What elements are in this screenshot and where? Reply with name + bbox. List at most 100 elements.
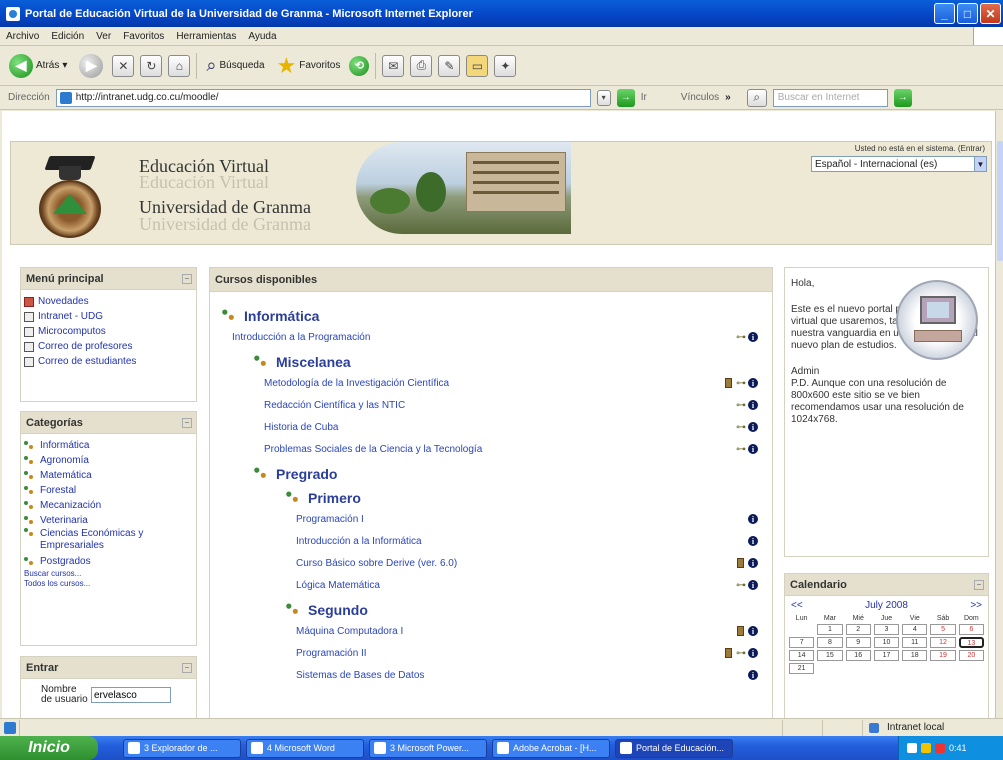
home-icon[interactable]: ⌂ [168, 54, 191, 77]
search-go-button[interactable]: → [893, 88, 912, 107]
stop-icon[interactable]: ✕ [112, 54, 135, 77]
info-icon[interactable]: i [748, 444, 758, 454]
info-icon[interactable]: i [748, 514, 758, 524]
info-icon[interactable]: i [748, 558, 758, 568]
forward-button[interactable]: ▶ [76, 51, 106, 81]
calendar-day[interactable]: 8 [817, 637, 843, 648]
collapse-icon[interactable]: – [182, 662, 192, 673]
calendar-day[interactable]: 18 [902, 650, 928, 661]
taskbar-button[interactable]: Adobe Acrobat - [H... [492, 738, 610, 758]
course-link[interactable]: Introducción a la Informática [296, 536, 422, 547]
course-link[interactable]: Máquina Computadora I [296, 626, 403, 637]
teacher-icon[interactable] [737, 558, 744, 568]
calendar-day[interactable]: 9 [845, 637, 871, 648]
teacher-icon[interactable] [737, 626, 744, 636]
info-icon[interactable]: i [748, 626, 758, 636]
main-menu-item[interactable]: Correo de estudiantes [21, 354, 196, 369]
main-menu-item[interactable]: Novedades [21, 294, 196, 309]
info-icon[interactable]: i [748, 332, 758, 342]
collapse-icon[interactable]: – [974, 579, 984, 590]
key-icon[interactable]: ⊶ [736, 648, 746, 659]
course-link[interactable]: Redacción Científica y las NTIC [264, 400, 405, 411]
course-link[interactable]: Programación I [296, 514, 364, 525]
calendar-day[interactable]: 7 [789, 637, 815, 648]
calendar-day[interactable]: 5 [930, 624, 956, 635]
main-menu-item[interactable]: Correo de profesores [21, 339, 196, 354]
search-button[interactable]: ⌕ Búsqueda [203, 51, 267, 81]
course-link[interactable]: Lógica Matemática [296, 580, 380, 591]
course-link[interactable]: Problemas Sociales de la Ciencia y la Te… [264, 444, 482, 455]
start-button[interactable]: Inicio [0, 736, 98, 760]
calendar-month[interactable]: July 2008 [865, 600, 908, 611]
category-item[interactable]: Ciencias Económicas y Empresariales [21, 528, 196, 554]
course-link[interactable]: Programación II [296, 648, 367, 659]
category-item[interactable]: Matemática [21, 468, 196, 483]
edit-icon[interactable]: ✎ [438, 54, 461, 77]
calendar-day[interactable]: 12 [930, 637, 956, 648]
course-link[interactable]: Introducción a la Programación [232, 332, 370, 343]
tray-icon[interactable] [921, 743, 931, 753]
login-info[interactable]: Usted no está en el sistema. (Entrar) [855, 144, 985, 153]
info-icon[interactable]: i [748, 400, 758, 410]
internet-search-input[interactable]: Buscar en Internet [772, 88, 888, 107]
teacher-icon[interactable] [725, 378, 732, 388]
calendar-day[interactable]: 20 [958, 650, 984, 661]
username-input[interactable] [91, 687, 171, 703]
all-courses-link[interactable]: Todos los cursos... [21, 579, 196, 589]
course-link[interactable]: Metodología de la Investigación Científi… [264, 378, 449, 389]
search-courses-link[interactable]: Buscar cursos... [21, 569, 196, 579]
maximize-button[interactable]: □ [957, 3, 978, 24]
menu-ver[interactable]: Ver [90, 31, 117, 42]
links-label[interactable]: Vínculos [681, 92, 719, 103]
menu-herramientas[interactable]: Herramientas [170, 31, 242, 42]
menu-ayuda[interactable]: Ayuda [242, 31, 282, 42]
info-icon[interactable]: i [748, 648, 758, 658]
minimize-button[interactable]: _ [934, 3, 955, 24]
key-icon[interactable]: ⊶ [736, 400, 746, 411]
key-icon[interactable]: ⊶ [736, 378, 746, 389]
calendar-next-link[interactable]: >> [970, 600, 982, 611]
category-item[interactable]: Forestal [21, 483, 196, 498]
address-dropdown-icon[interactable]: ▾ [596, 89, 611, 106]
close-button[interactable]: ✕ [980, 3, 1001, 24]
title-bar[interactable]: Portal de Educación Virtual de la Univer… [0, 0, 1003, 27]
taskbar-button[interactable]: 4 Microsoft Word [246, 738, 364, 758]
calendar-day[interactable]: 2 [845, 624, 871, 635]
course-category[interactable]: Segundo [286, 600, 758, 620]
taskbar-button[interactable]: 3 Microsoft Power... [369, 738, 487, 758]
category-item[interactable]: Agronomía [21, 453, 196, 468]
category-item[interactable]: Postgrados [21, 554, 196, 569]
calendar-day[interactable]: 16 [845, 650, 871, 661]
course-link[interactable]: Sistemas de Bases de Datos [296, 670, 424, 681]
menu-favoritos[interactable]: Favoritos [117, 31, 170, 42]
calendar-day[interactable]: 1 [817, 624, 843, 635]
key-icon[interactable]: ⊶ [736, 422, 746, 433]
menu-edicion[interactable]: Edición [45, 31, 90, 42]
info-icon[interactable]: i [748, 536, 758, 546]
vertical-scrollbar[interactable] [995, 111, 1003, 718]
refresh-icon[interactable]: ↻ [140, 54, 163, 77]
course-category[interactable]: Informática [222, 306, 758, 326]
course-link[interactable]: Curso Básico sobre Derive (ver. 6.0) [296, 558, 457, 569]
course-category[interactable]: Miscelanea [254, 352, 758, 372]
calendar-day[interactable]: 4 [902, 624, 928, 635]
calendar-day[interactable]: 15 [817, 650, 843, 661]
back-button[interactable]: ◀ Atrás ▾ [6, 51, 70, 81]
calendar-day[interactable]: 19 [930, 650, 956, 661]
category-item[interactable]: Mecanización [21, 498, 196, 513]
key-icon[interactable]: ⊶ [736, 332, 746, 343]
taskbar-button[interactable]: Portal de Educación... [615, 738, 733, 758]
main-menu-item[interactable]: Intranet - UDG [21, 309, 196, 324]
category-item[interactable]: Informática [21, 438, 196, 453]
address-input[interactable]: http://intranet.udg.co.cu/moodle/ [55, 88, 591, 107]
info-icon[interactable]: i [748, 378, 758, 388]
teacher-icon[interactable] [725, 648, 732, 658]
course-category[interactable]: Primero [286, 488, 758, 508]
tray-icon[interactable] [907, 743, 917, 753]
course-link[interactable]: Historia de Cuba [264, 422, 338, 433]
calendar-prev-link[interactable]: << [791, 600, 803, 611]
key-icon[interactable]: ⊶ [736, 580, 746, 591]
calendar-day[interactable]: 17 [873, 650, 900, 661]
info-icon[interactable]: i [748, 670, 758, 680]
calendar-day[interactable]: 10 [873, 637, 900, 648]
